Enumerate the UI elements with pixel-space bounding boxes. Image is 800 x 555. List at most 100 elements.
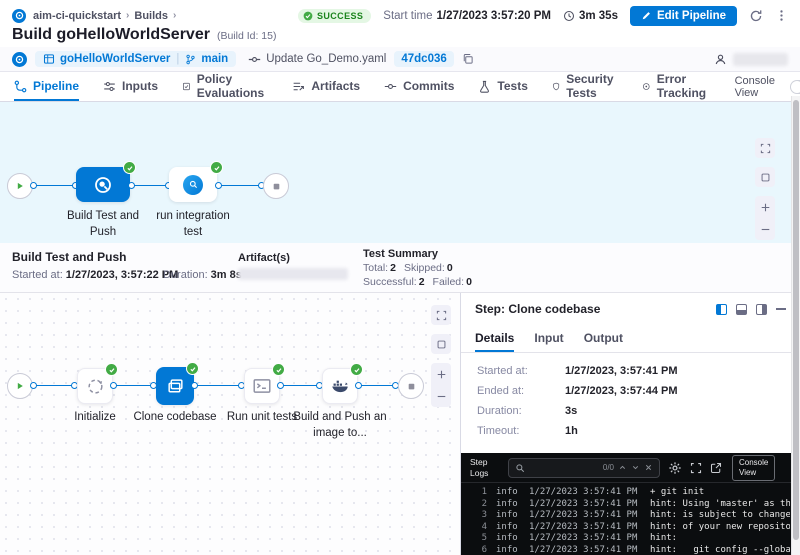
log-search-box[interactable]: 0/0 <box>508 458 660 478</box>
zoom-in-button[interactable] <box>755 196 775 218</box>
log-lines[interactable]: 1info1/27/2023 3:57:41 PM+ git init 2inf… <box>461 483 800 555</box>
search-close-icon[interactable] <box>644 463 653 472</box>
scrollbar-thumb[interactable] <box>793 100 799 540</box>
commit-sha: 47dc036 <box>401 53 446 65</box>
layout-bottom-view-icon[interactable] <box>736 304 747 315</box>
step-label[interactable]: Initialize <box>55 410 135 426</box>
stage-started-at: Started at:1/27/2023, 3:57:22 PM <box>12 269 178 281</box>
tab-error-tracking[interactable]: Error Tracking <box>642 72 710 101</box>
test-summary-line2: Successful:2Failed:0 <box>363 276 480 288</box>
stage-end-node[interactable] <box>398 373 424 399</box>
tab-output[interactable]: Output <box>584 325 623 352</box>
breadcrumb-builds[interactable]: Builds <box>134 10 168 22</box>
ci-stage-icon <box>183 175 203 195</box>
stage-node-build-test-push[interactable] <box>76 167 130 202</box>
stage-label[interactable]: run integration test <box>148 209 238 240</box>
elapsed-duration: 3m 35s <box>563 10 618 22</box>
search-next-icon[interactable] <box>631 463 640 472</box>
stage-details-band: Build Test and Push Started at:1/27/2023… <box>0 243 800 293</box>
refresh-icon[interactable] <box>749 9 763 23</box>
branch-icon <box>185 54 196 65</box>
minimize-panel-icon[interactable] <box>776 308 786 310</box>
console-view-toggle[interactable] <box>790 80 800 94</box>
step-node-initialize[interactable] <box>77 368 113 404</box>
step-graph-canvas: Initialize Clone codebase Run unit tests… <box>0 293 460 555</box>
terminal-icon <box>252 376 272 396</box>
step-canvas-controls <box>431 305 451 407</box>
breadcrumb-separator: › <box>173 10 176 21</box>
policy-check-icon <box>182 80 191 93</box>
chip-divider: | <box>176 53 179 65</box>
step-logs-title: StepLogs <box>470 457 500 478</box>
status-badge: SUCCESS <box>298 9 371 23</box>
repository-icon <box>43 53 55 65</box>
commit-message: Update Go_Demo.yaml <box>248 53 386 66</box>
console-view-button[interactable]: ConsoleView <box>732 455 775 481</box>
log-search-input[interactable] <box>529 463 599 473</box>
commit-info-row: goHelloWorldServer | main Update Go_Demo… <box>0 47 800 72</box>
header-actions: SUCCESS Start time1/27/2023 3:57:20 PM 3… <box>298 6 788 26</box>
artifact-link-redacted[interactable] <box>238 268 348 280</box>
tab-input[interactable]: Input <box>534 325 563 352</box>
breadcrumb-separator: › <box>126 10 129 21</box>
clock-icon <box>563 10 575 22</box>
log-line: 6info1/27/2023 3:57:41 PMhint: git confi… <box>461 545 800 555</box>
tab-artifacts[interactable]: Artifacts <box>292 72 360 101</box>
commit-sha-chip[interactable]: 47dc036 <box>394 51 453 67</box>
repo-branch-chip[interactable]: goHelloWorldServer | main <box>35 51 236 67</box>
step-details-list: Started at:1/27/2023, 3:57:41 PM Ended a… <box>461 353 800 453</box>
zoom-out-button[interactable] <box>431 385 451 407</box>
detail-row: Started at:1/27/2023, 3:57:41 PM <box>477 365 784 377</box>
log-settings-gear-icon[interactable] <box>668 461 682 475</box>
log-line: 4info1/27/2023 3:57:41 PMhint: of your n… <box>461 522 800 534</box>
tab-tests[interactable]: Tests <box>478 72 527 101</box>
log-fullscreen-icon[interactable] <box>690 462 702 474</box>
stage-label[interactable]: Build Test and Push <box>58 209 148 240</box>
artifacts-icon <box>292 80 305 93</box>
layout-right-view-icon[interactable] <box>756 304 767 315</box>
search-prev-icon[interactable] <box>618 463 627 472</box>
step-node-build-push-image[interactable] <box>322 368 358 404</box>
top-header-row: aim-ci-quickstart › Builds › SUCCESS Sta… <box>0 0 800 24</box>
more-options-icon[interactable] <box>775 9 788 22</box>
zoom-in-button[interactable] <box>431 363 451 385</box>
page-title: Build goHelloWorldServer <box>12 26 210 44</box>
build-id: (Build Id: 15) <box>217 30 277 42</box>
layout-split-view-icon[interactable] <box>716 304 727 315</box>
stage-success-badge <box>210 161 223 174</box>
step-panel-tabs: Details Input Output <box>461 325 800 353</box>
expand-canvas-icon[interactable] <box>431 305 451 325</box>
detail-row: Timeout:1h <box>477 425 784 437</box>
fit-to-screen-icon[interactable] <box>755 167 775 187</box>
error-tracking-icon <box>642 80 651 93</box>
log-line: 5info1/27/2023 3:57:41 PMhint: <box>461 533 800 545</box>
stage-success-badge <box>123 161 136 174</box>
test-summary-line1: Total:2Skipped:0 <box>363 262 461 274</box>
tab-policy-evaluations[interactable]: Policy Evaluations <box>182 72 268 101</box>
log-open-external-icon[interactable] <box>710 462 722 474</box>
search-match-count: 0/0 <box>603 463 614 472</box>
page-scrollbar[interactable] <box>791 96 800 555</box>
pipeline-end-node[interactable] <box>263 173 289 199</box>
ci-stage-icon <box>93 175 113 195</box>
detail-row: Duration:3s <box>477 405 784 417</box>
step-node-run-unit-tests[interactable] <box>244 368 280 404</box>
build-pipeline-page: aim-ci-quickstart › Builds › SUCCESS Sta… <box>0 0 800 555</box>
tab-commits[interactable]: Commits <box>384 72 454 101</box>
stage-node-run-integration-test[interactable] <box>169 167 217 202</box>
breadcrumb-project[interactable]: aim-ci-quickstart <box>33 10 121 22</box>
step-node-clone-codebase[interactable] <box>156 367 194 405</box>
step-label[interactable]: Clone codebase <box>125 410 225 426</box>
connector-dot <box>355 382 362 389</box>
expand-canvas-icon[interactable] <box>755 138 775 158</box>
tab-inputs[interactable]: Inputs <box>103 72 158 101</box>
copy-sha-icon[interactable] <box>462 53 474 65</box>
step-label[interactable]: Build and Push an image to... <box>291 410 389 441</box>
tab-security-tests[interactable]: Security Tests <box>552 72 618 101</box>
tab-pipeline[interactable]: Pipeline <box>14 72 79 101</box>
edit-pipeline-button[interactable]: Edit Pipeline <box>630 6 737 26</box>
log-line: 3info1/27/2023 3:57:41 PMhint: is subjec… <box>461 510 800 522</box>
tab-details[interactable]: Details <box>475 325 514 352</box>
fit-to-screen-icon[interactable] <box>431 334 451 354</box>
zoom-out-button[interactable] <box>755 218 775 240</box>
